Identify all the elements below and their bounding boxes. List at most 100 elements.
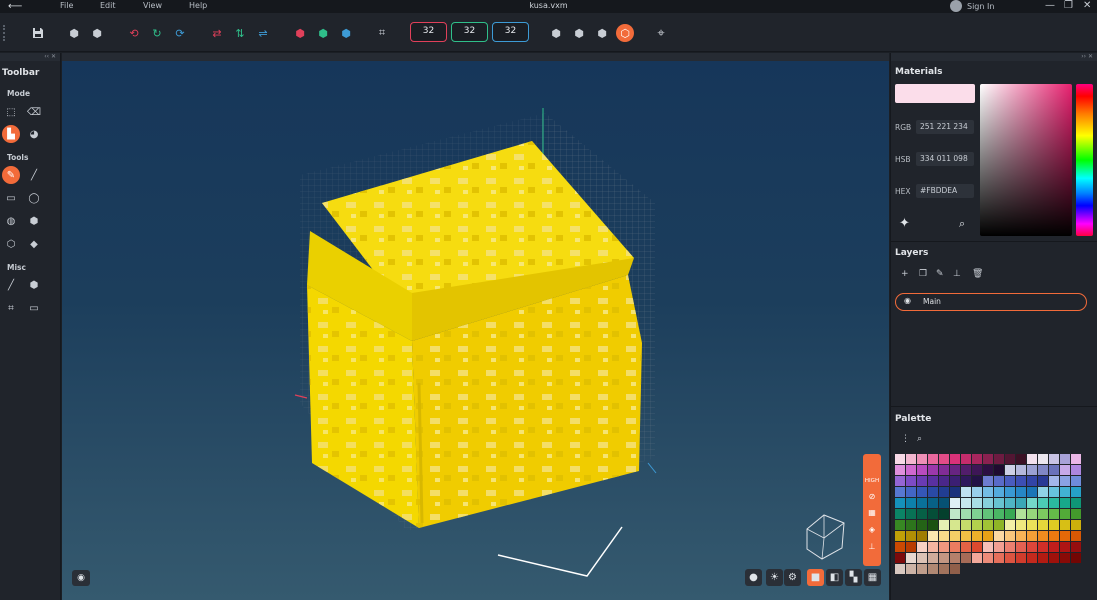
palette-swatch[interactable] (916, 541, 928, 553)
circle-tool-icon[interactable]: ◯ (25, 189, 43, 207)
palette-swatch[interactable] (938, 563, 950, 575)
palette-swatch[interactable] (1059, 519, 1071, 531)
palette-swatch[interactable] (916, 508, 928, 520)
palette-swatch[interactable] (1048, 508, 1060, 520)
palette-swatch[interactable] (1037, 519, 1049, 531)
delete-layer-icon[interactable]: 🗑 (972, 269, 983, 279)
palette-swatch[interactable] (1070, 508, 1082, 520)
palette-swatch[interactable] (1026, 475, 1038, 487)
palette-swatch[interactable] (1026, 497, 1038, 509)
panel-header-collapse[interactable]: ‹‹ ✕ (0, 53, 60, 61)
palette-swatch[interactable] (1037, 464, 1049, 476)
palette-swatch[interactable] (1048, 552, 1060, 564)
palette-swatch[interactable] (927, 563, 939, 575)
palette-swatch[interactable] (895, 475, 906, 487)
attach-mode-icon[interactable]: ▙ (2, 125, 20, 143)
palette-swatch[interactable] (993, 541, 1005, 553)
palette-swatch[interactable] (927, 486, 939, 498)
palette-swatch[interactable] (895, 563, 906, 575)
palette-swatch[interactable] (927, 519, 939, 531)
cube-y-icon[interactable]: ⬢ (315, 25, 331, 41)
line-tool-icon[interactable]: ╱ (25, 166, 43, 184)
quad-view-icon[interactable]: ▚ (845, 569, 862, 586)
palette-swatch[interactable] (1070, 486, 1082, 498)
palette-swatch[interactable] (905, 508, 917, 520)
palette-swatch[interactable] (960, 486, 972, 498)
palette-swatch[interactable] (982, 497, 994, 509)
sign-in-button[interactable]: Sign In (950, 0, 994, 12)
palette-swatch[interactable] (895, 508, 906, 520)
rotate-z-icon[interactable]: ⟳ (172, 25, 188, 41)
palette-swatch[interactable] (895, 552, 906, 564)
palette-swatch[interactable] (916, 497, 928, 509)
layers-view-icon[interactable]: ◈ (863, 525, 881, 534)
palette-swatch[interactable] (1004, 497, 1016, 509)
palette-swatch[interactable] (949, 508, 961, 520)
eyedropper-icon[interactable]: ╱ (2, 276, 20, 294)
palette-swatch[interactable] (1048, 497, 1060, 509)
palette-swatch[interactable] (982, 541, 994, 553)
palette-swatch[interactable] (960, 464, 972, 476)
palette-swatch[interactable] (982, 464, 994, 476)
sparkle-icon[interactable]: ✦ (899, 216, 910, 231)
palette-swatch[interactable] (1070, 497, 1082, 509)
palette-swatch[interactable] (905, 563, 917, 575)
palette-swatch[interactable] (960, 508, 972, 520)
saturation-brightness-picker[interactable] (980, 84, 1072, 236)
layer-row[interactable]: ◉ Main (895, 293, 1087, 311)
palette-swatch[interactable] (993, 497, 1005, 509)
palette-swatch[interactable] (960, 530, 972, 542)
palette-swatch[interactable] (1037, 486, 1049, 498)
palette-swatch[interactable] (905, 454, 917, 465)
palette-swatch[interactable] (916, 563, 928, 575)
palette-swatch[interactable] (1048, 541, 1060, 553)
palette-swatch[interactable] (1004, 464, 1016, 476)
palette-swatch[interactable] (1004, 475, 1016, 487)
palette-swatch[interactable] (971, 454, 983, 465)
palette-swatch[interactable] (1026, 508, 1038, 520)
palette-menu-icon[interactable]: ⋮ (901, 434, 910, 444)
palette-swatch[interactable] (1015, 475, 1027, 487)
model-icon[interactable]: ⬢ (25, 276, 43, 294)
size-y-input[interactable]: 32 (451, 22, 488, 42)
palette-swatch[interactable] (1048, 464, 1060, 476)
zoom-icon[interactable]: ⌕ (959, 217, 965, 231)
cube-tool-icon[interactable]: ⬢ (25, 212, 43, 230)
palette-swatch[interactable] (1037, 497, 1049, 509)
sphere-render-icon[interactable]: ● (745, 569, 762, 586)
palette-swatch[interactable] (916, 475, 928, 487)
current-color-swatch[interactable] (895, 84, 975, 103)
palette-swatch[interactable] (938, 464, 950, 476)
palette-zoom-icon[interactable]: ⌕ (917, 434, 922, 444)
palette-swatch[interactable] (1070, 464, 1082, 476)
add-layer-icon[interactable]: + (901, 269, 909, 279)
quality-label[interactable]: HIGH (863, 478, 881, 484)
palette-swatch[interactable] (960, 552, 972, 564)
palette-swatch[interactable] (1059, 530, 1071, 542)
palette-swatch[interactable] (1015, 530, 1027, 542)
palette-swatch[interactable] (993, 519, 1005, 531)
palette-swatch[interactable] (938, 519, 950, 531)
palette-swatch[interactable] (993, 454, 1005, 465)
palette-swatch[interactable] (949, 552, 961, 564)
palette-swatch[interactable] (916, 486, 928, 498)
flip-x-icon[interactable]: ⇄ (209, 25, 225, 41)
palette-swatch[interactable] (905, 464, 917, 476)
palette-swatch[interactable] (982, 486, 994, 498)
palette-swatch[interactable] (1059, 464, 1071, 476)
size-z-input[interactable]: 32 (492, 22, 529, 42)
palette-swatch[interactable] (938, 552, 950, 564)
palette-swatch[interactable] (1059, 541, 1071, 553)
palette-swatch[interactable] (1070, 519, 1082, 531)
palette-swatch[interactable] (1026, 464, 1038, 476)
palette-swatch[interactable] (1059, 486, 1071, 498)
palette-swatch[interactable] (1059, 454, 1071, 465)
minimize-button[interactable]: — (1045, 0, 1055, 11)
palette-swatch[interactable] (938, 497, 950, 509)
palette-swatch[interactable] (905, 552, 917, 564)
rotate-x-icon[interactable]: ⟲ (126, 25, 142, 41)
rectangle-tool-icon[interactable]: ▭ (2, 189, 20, 207)
grid-view-icon[interactable]: ▦ (864, 569, 881, 586)
palette-swatch[interactable] (971, 530, 983, 542)
rotate-y-icon[interactable]: ↻ (149, 25, 165, 41)
